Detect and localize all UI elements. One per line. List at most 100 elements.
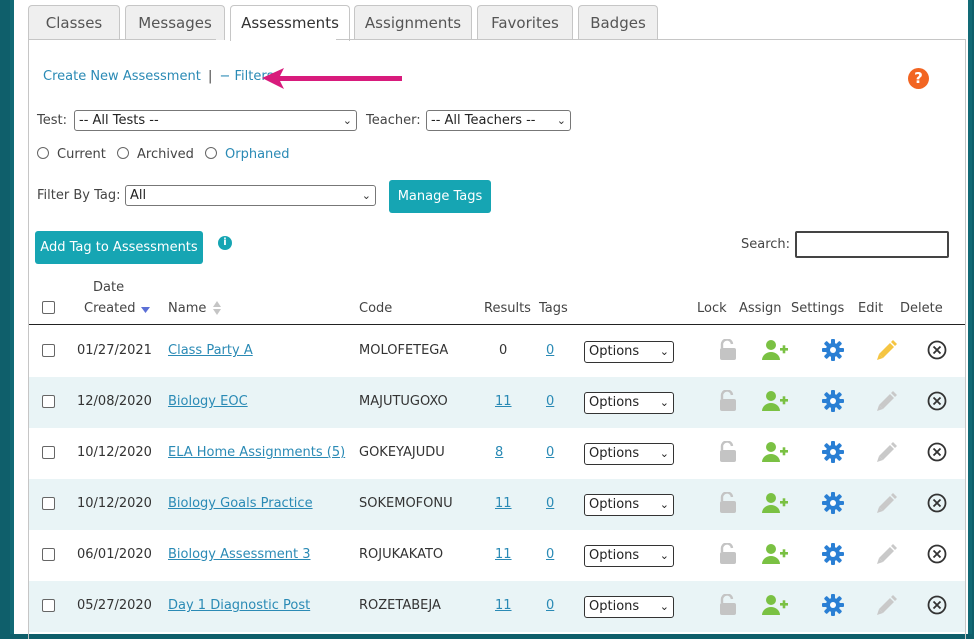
row-options-value: Options: [589, 497, 640, 512]
edit-pencil-icon[interactable]: [876, 492, 898, 518]
header-lock: Lock: [697, 301, 727, 316]
manage-tags-button[interactable]: Manage Tags: [389, 180, 491, 213]
assign-user-icon[interactable]: [762, 339, 788, 365]
search-input[interactable]: [795, 231, 949, 258]
sort-desc-icon[interactable]: [141, 307, 150, 313]
row-name-link[interactable]: Biology Assessment 3: [168, 547, 311, 562]
edit-pencil-icon[interactable]: [876, 390, 898, 416]
row-name-link[interactable]: Biology Goals Practice: [168, 496, 313, 511]
sort-both-icon[interactable]: [213, 301, 221, 315]
row-code: ROJUKAKATO: [359, 547, 444, 562]
row-tags-link[interactable]: 0: [546, 496, 554, 511]
row-tags-link[interactable]: 0: [546, 547, 554, 562]
table-row: 01/27/2021 Class Party A MOLOFETEGA 0 0 Optio…: [29, 326, 965, 377]
assign-user-icon[interactable]: [762, 492, 788, 518]
row-results[interactable]: 11: [495, 496, 512, 511]
radio-circle[interactable]: [205, 147, 217, 159]
info-icon[interactable]: i: [218, 236, 232, 250]
edit-pencil-icon[interactable]: [876, 594, 898, 620]
lock-icon[interactable]: [718, 338, 738, 365]
tab-badges[interactable]: Badges: [578, 5, 658, 40]
row-tags-link[interactable]: 0: [546, 343, 554, 358]
add-tag-button[interactable]: Add Tag to Assessments: [35, 231, 203, 264]
create-assessment-link[interactable]: Create New Assessment: [43, 69, 201, 84]
lock-icon[interactable]: [718, 542, 738, 569]
delete-icon[interactable]: [927, 442, 947, 466]
row-checkbox[interactable]: [42, 548, 55, 561]
row-results[interactable]: 8: [495, 445, 503, 460]
row-results[interactable]: 11: [495, 547, 512, 562]
edit-pencil-icon[interactable]: [876, 441, 898, 467]
radio-circle[interactable]: [117, 147, 129, 159]
header-name[interactable]: Name: [168, 301, 206, 316]
settings-gear-icon[interactable]: [822, 543, 844, 569]
tag-select[interactable]: All ⌄: [125, 185, 376, 206]
delete-icon[interactable]: [927, 340, 947, 364]
row-name-link[interactable]: Class Party A: [168, 343, 253, 358]
delete-icon[interactable]: [927, 391, 947, 415]
tab-messages[interactable]: Messages: [125, 5, 225, 40]
row-options-select[interactable]: Options ⌄: [584, 494, 674, 516]
select-all-checkbox[interactable]: [42, 301, 55, 314]
radio-orphaned-label: Orphaned: [225, 147, 290, 162]
settings-gear-icon[interactable]: [822, 441, 844, 467]
chevron-down-icon: ⌄: [556, 114, 566, 127]
row-tags-link[interactable]: 0: [546, 394, 554, 409]
row-options-select[interactable]: Options ⌄: [584, 443, 674, 465]
header-date-line1: Date: [93, 280, 125, 295]
tab-assignments[interactable]: Assignments: [354, 5, 472, 40]
radio-archived[interactable]: Archived: [117, 147, 194, 162]
assign-user-icon[interactable]: [762, 441, 788, 467]
row-checkbox[interactable]: [42, 599, 55, 612]
row-tags-link[interactable]: 0: [546, 598, 554, 613]
row-name-link[interactable]: ELA Home Assignments (5): [168, 445, 345, 460]
delete-icon[interactable]: [927, 544, 947, 568]
radio-orphaned[interactable]: Orphaned: [205, 147, 290, 162]
help-icon[interactable]: ?: [908, 68, 929, 89]
search-label: Search:: [741, 237, 791, 252]
row-checkbox[interactable]: [42, 344, 55, 357]
header-settings: Settings: [791, 301, 845, 316]
header-results: Results: [484, 301, 531, 316]
row-tags-link[interactable]: 0: [546, 445, 554, 460]
lock-icon[interactable]: [718, 593, 738, 620]
row-options-select[interactable]: Options ⌄: [584, 545, 674, 567]
filter-by-tag-label: Filter By Tag:: [37, 188, 121, 203]
radio-circle[interactable]: [37, 147, 49, 159]
tab-classes[interactable]: Classes: [28, 5, 120, 40]
row-name-link[interactable]: Biology EOC: [168, 394, 248, 409]
radio-current-label: Current: [57, 147, 106, 162]
lock-icon[interactable]: [718, 389, 738, 416]
row-options-select[interactable]: Options ⌄: [584, 341, 674, 363]
assign-user-icon[interactable]: [762, 390, 788, 416]
row-date: 12/08/2020: [77, 394, 152, 409]
row-checkbox[interactable]: [42, 446, 55, 459]
lock-icon[interactable]: [718, 491, 738, 518]
row-checkbox[interactable]: [42, 395, 55, 408]
lock-icon[interactable]: [718, 440, 738, 467]
edit-pencil-icon[interactable]: [876, 339, 898, 365]
assign-user-icon[interactable]: [762, 543, 788, 569]
row-checkbox[interactable]: [42, 497, 55, 510]
row-results[interactable]: 11: [495, 598, 512, 613]
row-name-link[interactable]: Day 1 Diagnostic Post: [168, 598, 310, 613]
table-row: 10/12/2020 ELA Home Assignments (5) GOKEYA…: [29, 428, 965, 479]
edit-pencil-icon[interactable]: [876, 543, 898, 569]
row-options-select[interactable]: Options ⌄: [584, 596, 674, 618]
tab-favorites[interactable]: Favorites: [477, 5, 573, 40]
settings-gear-icon[interactable]: [822, 339, 844, 365]
settings-gear-icon[interactable]: [822, 390, 844, 416]
test-select[interactable]: -- All Tests -- ⌄: [74, 110, 357, 131]
header-code: Code: [359, 301, 393, 316]
tab-assessments[interactable]: Assessments: [230, 5, 350, 41]
delete-icon[interactable]: [927, 595, 947, 619]
delete-icon[interactable]: [927, 493, 947, 517]
settings-gear-icon[interactable]: [822, 594, 844, 620]
radio-current[interactable]: Current: [37, 147, 106, 162]
teacher-select[interactable]: -- All Teachers -- ⌄: [426, 110, 571, 131]
row-results[interactable]: 11: [495, 394, 512, 409]
row-options-select[interactable]: Options ⌄: [584, 392, 674, 414]
settings-gear-icon[interactable]: [822, 492, 844, 518]
header-date[interactable]: Created: [84, 301, 135, 316]
assign-user-icon[interactable]: [762, 594, 788, 620]
